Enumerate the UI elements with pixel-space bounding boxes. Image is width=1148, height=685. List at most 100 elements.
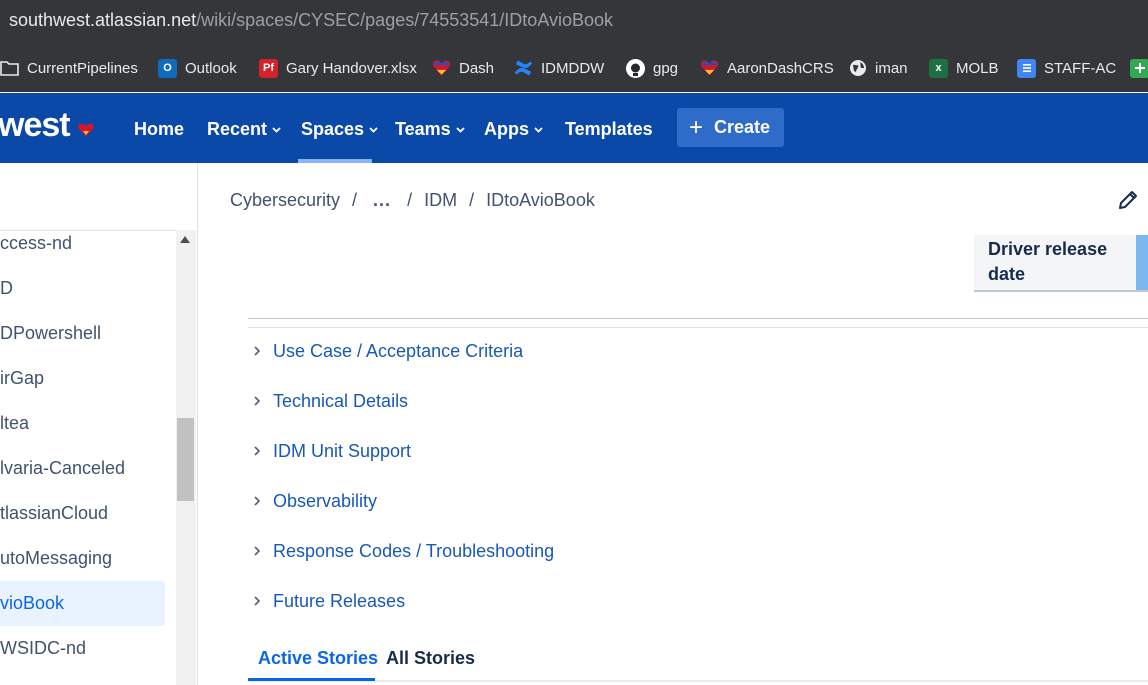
pdf-icon: Pf bbox=[259, 58, 278, 78]
page-tree: ccess-nd D DPowershell irGap ltea lvaria… bbox=[0, 230, 176, 685]
logo-text[interactable]: west bbox=[0, 106, 71, 145]
nav-spaces[interactable]: Spaces bbox=[301, 119, 378, 140]
chevron-right-icon bbox=[254, 346, 261, 356]
sidebar-item[interactable]: DPowershell bbox=[0, 311, 165, 356]
expand-title: IDM Unit Support bbox=[273, 440, 412, 461]
breadcrumb-idm[interactable]: IDM bbox=[424, 190, 457, 211]
scrollbar-thumb[interactable] bbox=[177, 418, 194, 501]
sidebar-item[interactable]: ccess-nd bbox=[0, 231, 165, 266]
plus-icon: + bbox=[689, 113, 704, 141]
sidebar-item[interactable]: WSIDC-nd bbox=[0, 626, 165, 671]
docs-icon bbox=[1017, 58, 1036, 78]
table-header-cell: Driver release date bbox=[974, 235, 1136, 292]
expand-title: Use Case / Acceptance Criteria bbox=[273, 340, 524, 361]
content-divider bbox=[248, 327, 1148, 328]
chevron-right-icon bbox=[254, 546, 261, 556]
tab-all-stories[interactable]: All Stories bbox=[386, 648, 475, 669]
southwest-heart-icon bbox=[700, 59, 719, 78]
github-icon bbox=[626, 58, 645, 78]
expand-technical-details[interactable]: Technical Details bbox=[253, 389, 408, 413]
space-sidebar: ccess-nd D DPowershell irGap ltea lvaria… bbox=[0, 163, 198, 685]
bookmark-molb[interactable]: x MOLB bbox=[929, 57, 999, 79]
bookmark-currentpipelines[interactable]: CurrentPipelines bbox=[0, 57, 138, 79]
chevron-down-icon bbox=[534, 126, 543, 133]
chevron-down-icon bbox=[272, 126, 281, 133]
bookmark-label: CurrentPipelines bbox=[27, 59, 138, 77]
sidebar-item-selected[interactable]: vioBook bbox=[0, 581, 165, 626]
scroll-up-arrow-icon[interactable] bbox=[180, 236, 190, 243]
nav-templates-label: Templates bbox=[565, 119, 653, 139]
chevron-right-icon bbox=[254, 596, 261, 606]
top-navigation: west Home Recent Spaces Teams Apps Templ… bbox=[0, 93, 1148, 163]
breadcrumb-separator: / bbox=[469, 190, 475, 210]
bookmark-label: IDMDDW bbox=[541, 59, 605, 77]
breadcrumb-current-page[interactable]: IDtoAvioBook bbox=[486, 190, 595, 211]
bookmarks-bar: CurrentPipelines O Outlook Pf Gary Hando… bbox=[0, 42, 1148, 92]
breadcrumb: Cybersecurity / ... / IDM / IDtoAvioBook bbox=[230, 190, 595, 211]
nav-recent[interactable]: Recent bbox=[207, 119, 281, 140]
chevron-down-icon bbox=[456, 126, 465, 133]
southwest-heart-logo-icon bbox=[78, 123, 94, 136]
sidebar-item[interactable]: utoMessaging bbox=[0, 536, 165, 581]
nav-templates[interactable]: Templates bbox=[565, 119, 653, 140]
breadcrumb-separator: / bbox=[407, 190, 413, 210]
nav-apps[interactable]: Apps bbox=[484, 119, 543, 140]
sidebar-item[interactable]: D bbox=[0, 266, 165, 311]
sidebar-scrollbar[interactable] bbox=[176, 230, 196, 685]
bookmark-staff-ac[interactable]: STAFF-AC bbox=[1017, 57, 1116, 79]
create-button-label: Create bbox=[714, 117, 771, 137]
edit-pencil-icon[interactable] bbox=[1117, 189, 1139, 211]
chevron-right-icon bbox=[254, 396, 261, 406]
nav-recent-label: Recent bbox=[207, 119, 268, 139]
create-button[interactable]: + Create bbox=[677, 108, 784, 147]
sidebar-item-label: utoMessaging bbox=[0, 548, 113, 568]
sidebar-item[interactable]: lvaria-Canceled bbox=[0, 446, 165, 491]
nav-spaces-label: Spaces bbox=[301, 119, 365, 139]
sidebar-item-label: irGap bbox=[0, 368, 45, 388]
expand-future-releases[interactable]: Future Releases bbox=[253, 589, 405, 613]
chevron-right-icon bbox=[254, 496, 261, 506]
outlook-icon: O bbox=[158, 58, 177, 78]
url-path: /wiki/spaces/CYSEC/pages/74553541/IDtoAv… bbox=[196, 10, 614, 30]
bookmark-label: Dash bbox=[459, 59, 495, 77]
bookmark-label: Gary Handover.xlsx bbox=[286, 59, 417, 77]
excel-icon: x bbox=[929, 58, 948, 78]
bookmark-label: gpg bbox=[653, 59, 679, 77]
bookmark-iman[interactable]: iman bbox=[848, 57, 908, 79]
sidebar-item-label: DPowershell bbox=[0, 323, 102, 343]
sidebar-item[interactable]: irGap bbox=[0, 356, 165, 401]
nav-teams-label: Teams bbox=[395, 119, 451, 139]
bookmark-dash[interactable]: Dash bbox=[432, 57, 494, 79]
sidebar-item[interactable]: tlassianCloud bbox=[0, 491, 165, 536]
globe-icon bbox=[848, 59, 867, 78]
nav-active-indicator bbox=[298, 159, 372, 163]
expand-use-case[interactable]: Use Case / Acceptance Criteria bbox=[253, 339, 523, 363]
sheets-icon bbox=[1130, 58, 1148, 78]
breadcrumb-cybersecurity[interactable]: Cybersecurity bbox=[230, 190, 340, 211]
table-header-cell-next bbox=[1136, 235, 1148, 292]
bookmark-idmddw[interactable]: IDMDDW bbox=[514, 57, 604, 79]
bookmark-gpg[interactable]: gpg bbox=[626, 57, 678, 79]
sidebar-item-label: D bbox=[0, 278, 13, 298]
sidebar-item[interactable]: ltea bbox=[0, 401, 165, 446]
stories-tabs: Active Stories All Stories bbox=[248, 640, 1148, 682]
folder-icon bbox=[0, 59, 19, 78]
sidebar-item-label: WSIDC-nd bbox=[0, 638, 87, 658]
browser-address-bar[interactable]: southwest.atlassian.net/wiki/spaces/CYSE… bbox=[0, 0, 1148, 42]
bookmark-aarondashcrs[interactable]: AaronDashCRS bbox=[700, 57, 834, 79]
nav-home[interactable]: Home bbox=[134, 119, 184, 140]
bookmark-label: AaronDashCRS bbox=[727, 59, 834, 77]
expand-title: Response Codes / Troubleshooting bbox=[273, 540, 555, 561]
nav-teams[interactable]: Teams bbox=[395, 119, 465, 140]
bookmark-overflow[interactable] bbox=[1130, 57, 1148, 79]
bookmark-gary-handover[interactable]: Pf Gary Handover.xlsx bbox=[259, 57, 417, 79]
expand-idm-unit-support[interactable]: IDM Unit Support bbox=[253, 439, 411, 463]
breadcrumb-ellipsis[interactable]: ... bbox=[369, 190, 395, 211]
expand-response-codes[interactable]: Response Codes / Troubleshooting bbox=[253, 539, 554, 563]
confluence-icon bbox=[514, 59, 533, 78]
url-text[interactable]: southwest.atlassian.net/wiki/spaces/CYSE… bbox=[9, 10, 613, 31]
sidebar-item-label: ltea bbox=[0, 413, 30, 433]
bookmark-outlook[interactable]: O Outlook bbox=[158, 57, 237, 79]
expand-observability[interactable]: Observability bbox=[253, 489, 377, 513]
tab-active-stories[interactable]: Active Stories bbox=[258, 648, 378, 669]
